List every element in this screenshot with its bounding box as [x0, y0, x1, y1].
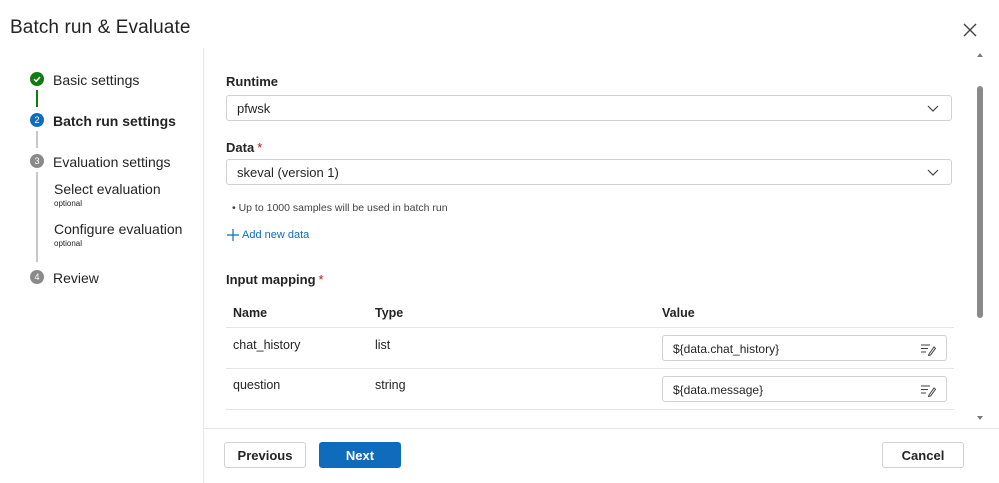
step-number: 4	[34, 272, 40, 282]
step-evaluation-settings[interactable]: Evaluation settings	[53, 154, 171, 170]
runtime-dropdown[interactable]: pfwsk	[226, 95, 952, 121]
bullet: •	[232, 202, 239, 214]
scroll-down-arrow-icon[interactable]	[977, 416, 983, 420]
vertical-scrollbar[interactable]	[975, 48, 985, 428]
cancel-button[interactable]: Cancel	[882, 442, 964, 468]
scrollbar-thumb[interactable]	[977, 86, 983, 318]
step-connector	[36, 172, 38, 262]
mapping-name: chat_history	[233, 338, 301, 352]
mapping-type: list	[375, 338, 391, 352]
plus-icon	[227, 229, 239, 241]
step-number-badge: 4	[30, 270, 44, 284]
step-review[interactable]: Review	[53, 270, 99, 286]
step-batch-run-settings[interactable]: Batch run settings	[53, 113, 176, 129]
add-new-data-link[interactable]: Add new data	[226, 228, 309, 242]
edit-icon[interactable]	[920, 342, 936, 356]
required-asterisk: *	[257, 140, 263, 155]
close-icon	[963, 23, 977, 37]
substep-select-evaluation[interactable]: Select evaluation	[54, 181, 161, 197]
next-button[interactable]: Next	[319, 442, 401, 468]
runtime-value: pfwsk	[237, 101, 271, 116]
data-value: skeval (version 1)	[237, 165, 339, 180]
data-dropdown[interactable]: skeval (version 1)	[226, 159, 952, 185]
row-divider	[226, 327, 954, 328]
step-number-badge: 3	[30, 154, 44, 168]
step-number: 2	[34, 115, 40, 125]
step-basic-settings[interactable]: Basic settings	[53, 72, 139, 88]
step-connector	[36, 131, 38, 148]
substep-optional-tag: optional	[54, 199, 83, 208]
wizard-steps: Basic settings 2 Batch run settings 3 Ev…	[0, 0, 203, 483]
data-hint: • Up to 1000 samples will be used in bat…	[232, 202, 448, 214]
edit-icon[interactable]	[920, 383, 936, 397]
batch-run-settings-form: Runtime pfwsk Data * skeval (version 1) •…	[204, 48, 974, 428]
footer-divider	[204, 428, 999, 429]
step-connector	[36, 90, 38, 107]
row-divider	[226, 409, 954, 410]
data-label: Data *	[226, 140, 263, 155]
mapping-type: string	[375, 378, 406, 392]
column-header-type: Type	[375, 306, 404, 320]
chevron-down-icon	[927, 105, 939, 112]
add-new-data-label: Add new data	[242, 229, 310, 241]
mapping-value-input[interactable]: ${data.chat_history}	[662, 335, 947, 361]
previous-button[interactable]: Previous	[224, 442, 306, 468]
mapping-value-input[interactable]: ${data.message}	[662, 376, 947, 402]
close-button[interactable]	[960, 20, 980, 40]
required-asterisk: *	[318, 272, 324, 287]
batch-run-dialog: Batch run & Evaluate Basic settings 2 Ba…	[0, 0, 999, 483]
step-number: 3	[34, 156, 40, 166]
substep-configure-evaluation[interactable]: Configure evaluation	[54, 221, 182, 237]
step-complete-checkmark-icon	[30, 72, 44, 86]
column-header-value: Value	[662, 306, 695, 320]
scroll-up-arrow-icon[interactable]	[977, 53, 983, 57]
substep-optional-tag: optional	[54, 239, 83, 248]
column-header-name: Name	[233, 306, 268, 320]
step-number-badge: 2	[30, 113, 44, 127]
row-divider	[226, 368, 954, 369]
chevron-down-icon	[927, 169, 939, 176]
mapping-value: ${data.message}	[673, 383, 764, 397]
input-mapping-label: Input mapping *	[226, 272, 324, 287]
mapping-name: question	[233, 378, 281, 392]
mapping-value: ${data.chat_history}	[673, 342, 780, 356]
runtime-label: Runtime	[226, 74, 278, 89]
